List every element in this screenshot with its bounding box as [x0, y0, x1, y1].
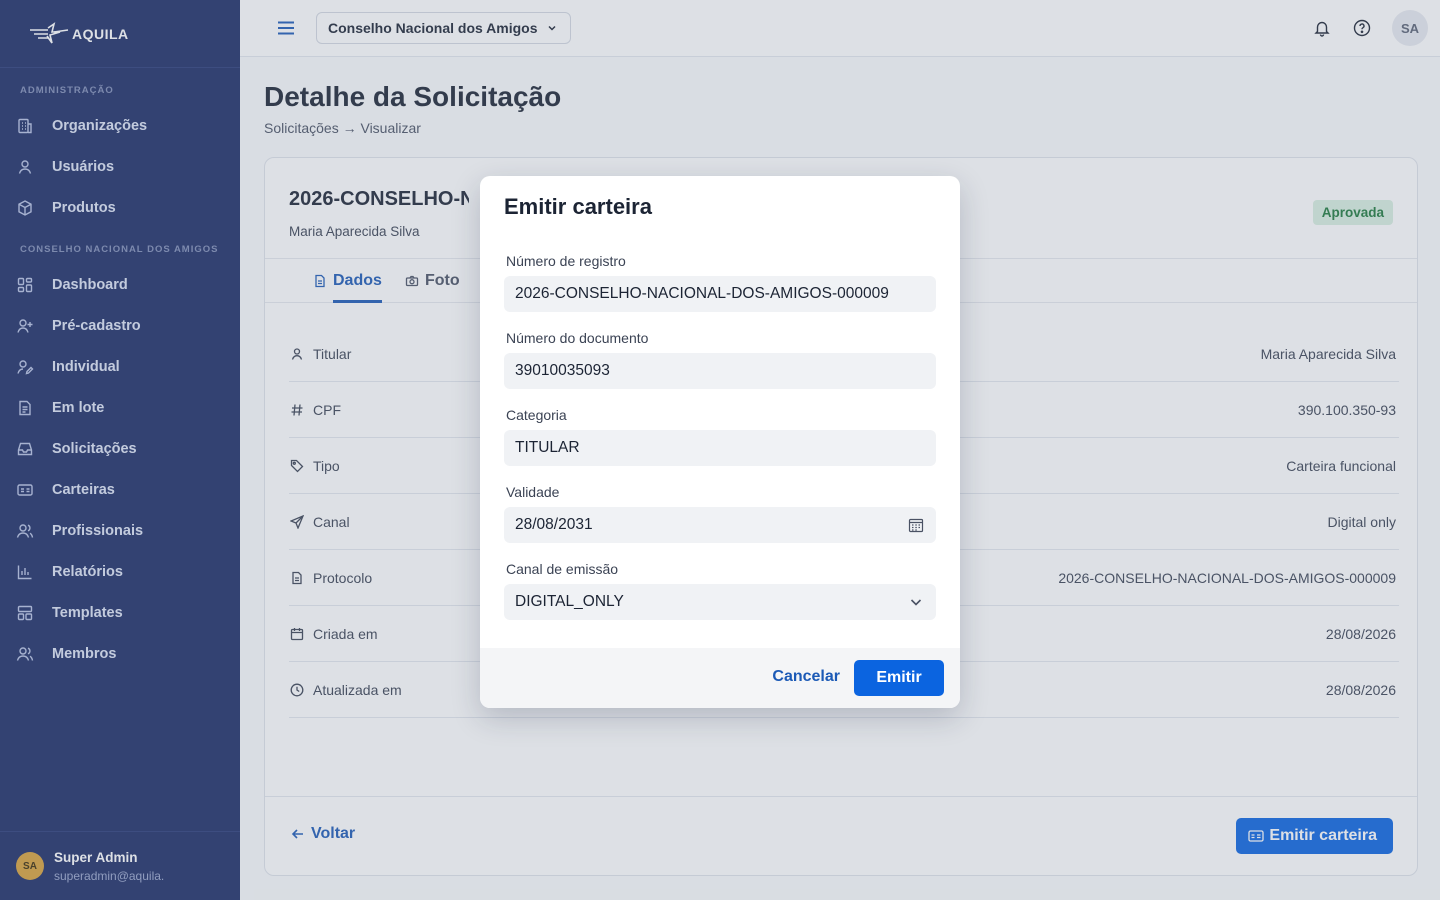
category-field[interactable]: TITULAR	[504, 430, 936, 466]
calendar-icon[interactable]	[908, 517, 924, 533]
field-label-validade: Validade	[506, 484, 560, 500]
validity-date-field[interactable]: 28/08/2031	[504, 507, 936, 543]
emit-button[interactable]: Emitir	[854, 660, 944, 696]
registration-number-field[interactable]: 2026-CONSELHO-NACIONAL-DOS-AMIGOS-000009	[504, 276, 936, 312]
field-value: 2026-CONSELHO-NACIONAL-DOS-AMIGOS-000009	[515, 285, 889, 302]
field-value: 39010035093	[515, 362, 610, 379]
field-label-documento: Número do documento	[506, 330, 649, 346]
modal-footer: Cancelar Emitir	[480, 648, 960, 708]
modal-title: Emitir carteira	[504, 194, 652, 219]
field-label-registro: Número de registro	[506, 253, 626, 269]
field-label-canal: Canal de emissão	[506, 561, 619, 577]
field-value: 28/08/2031	[515, 516, 593, 533]
document-number-field[interactable]: 39010035093	[504, 353, 936, 389]
chevron-down-icon	[910, 599, 922, 606]
issuance-channel-select[interactable]: DIGITAL_ONLY	[504, 584, 936, 620]
field-value: TITULAR	[515, 439, 580, 456]
cancel-button[interactable]: Cancelar	[772, 668, 840, 686]
field-value: DIGITAL_ONLY	[515, 593, 624, 610]
emit-card-modal: Emitir carteira Número de registro 2026-…	[480, 176, 960, 708]
field-label-categoria: Categoria	[506, 407, 567, 423]
